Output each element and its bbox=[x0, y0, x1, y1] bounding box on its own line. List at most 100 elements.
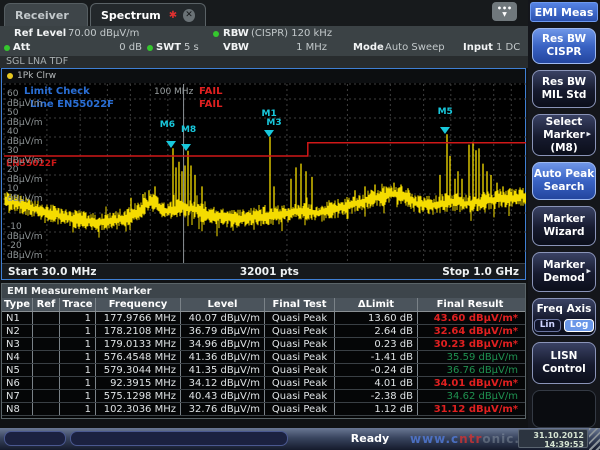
softkey-label: Auto Peak bbox=[534, 168, 594, 181]
softkey-label: CISPR bbox=[547, 46, 582, 59]
tab-receiver-label: Receiver bbox=[15, 9, 69, 22]
cell-final_test: Quasi Peak bbox=[265, 312, 335, 324]
marker-label-m3[interactable]: M3 bbox=[266, 119, 281, 128]
cell-level: 34.96 dBµV/m bbox=[181, 338, 265, 350]
softkey-label: LISN bbox=[551, 350, 578, 363]
close-tab-icon[interactable]: ✕ bbox=[183, 9, 195, 22]
softkey-freq-axis[interactable]: Freq AxisLinLog bbox=[532, 298, 596, 336]
cell-final_result: 30.23 dBµV/m* bbox=[418, 338, 522, 350]
softkey-label: MIL Std bbox=[542, 89, 587, 102]
softkey-label: (M8) bbox=[550, 142, 577, 155]
column-header-frequency: Frequency bbox=[96, 298, 181, 311]
rbw-led-icon bbox=[213, 31, 219, 37]
cell-level: 40.07 dBµV/m bbox=[181, 312, 265, 324]
cell-frequency: 575.1298 MHz bbox=[96, 390, 181, 402]
status-button-2[interactable] bbox=[70, 431, 288, 446]
att-value[interactable]: 0 dB bbox=[118, 42, 142, 53]
marker-label-m5[interactable]: M5 bbox=[438, 108, 453, 117]
cell-ref bbox=[33, 377, 60, 389]
column-header-final_result: Final Result bbox=[418, 298, 522, 311]
cell-final_test: Quasi Peak bbox=[265, 351, 335, 363]
tab-bar: Receiver Spectrum ✱ ✕ ••• ▼ bbox=[0, 0, 528, 26]
cell-delta_limit: 4.01 dB bbox=[335, 377, 418, 389]
softkey-res-bw-mil-std[interactable]: Res BWMIL Std bbox=[532, 70, 596, 108]
ref-level-value[interactable]: 70.00 dBµV/m bbox=[68, 28, 139, 39]
cell-type: N5 bbox=[2, 364, 33, 376]
cell-final_result: 31.12 dBµV/m* bbox=[418, 403, 522, 415]
column-header-delta_limit: ΔLimit bbox=[335, 298, 418, 311]
resize-grip-icon bbox=[589, 428, 600, 450]
cell-final_test: Quasi Peak bbox=[265, 338, 335, 350]
stop-frequency[interactable]: Stop 1.0 GHz bbox=[442, 266, 519, 278]
vbw-label: VBW bbox=[223, 42, 249, 53]
y-tick-label: 60 dBµV/m bbox=[7, 89, 43, 109]
softkey-label: Demod bbox=[543, 272, 585, 285]
marker-triangle-icon[interactable] bbox=[264, 130, 274, 137]
cell-type: N4 bbox=[2, 351, 33, 363]
marker-label-m8[interactable]: M8 bbox=[181, 126, 196, 135]
table-row-n8[interactable]: N81102.3036 MHz32.76 dBµV/mQuasi Peak1.1… bbox=[2, 403, 525, 416]
rbw-value[interactable]: (CISPR) 120 kHz bbox=[251, 28, 332, 39]
softkey-label: Select bbox=[546, 116, 583, 129]
softkey-sidebar: EMI Meas Res BWCISPRRes BWMIL StdSelectM… bbox=[528, 0, 600, 450]
softkey-marker-wizard[interactable]: MarkerWizard bbox=[532, 206, 596, 246]
vbw-value[interactable]: 1 MHz bbox=[295, 42, 327, 53]
marker-label-m6[interactable]: M6 bbox=[160, 121, 175, 130]
cell-trace: 1 bbox=[60, 377, 96, 389]
cell-trace: 1 bbox=[60, 390, 96, 402]
cell-type: N1 bbox=[2, 312, 33, 324]
marker-triangle-icon[interactable] bbox=[440, 127, 450, 134]
mode-value[interactable]: Auto Sweep bbox=[385, 42, 445, 53]
swt-value[interactable]: 5 s bbox=[184, 42, 199, 53]
cell-trace: 1 bbox=[60, 403, 96, 415]
input-value[interactable]: 1 DC bbox=[496, 42, 520, 53]
marker-triangle-icon[interactable] bbox=[166, 141, 176, 148]
cell-final_result: 36.76 dBµV/m bbox=[418, 364, 522, 376]
cell-ref bbox=[33, 364, 60, 376]
spectrum-window[interactable]: 1Pk Clrw Limit Check 100 MHz FAIL Line E… bbox=[1, 68, 526, 280]
marker-triangle-icon[interactable] bbox=[181, 144, 191, 151]
start-frequency[interactable]: Start 30.0 MHz bbox=[8, 266, 96, 278]
limit-line-result: FAIL bbox=[199, 99, 223, 110]
input-label: Input bbox=[463, 42, 493, 53]
toggle-option-lin[interactable]: Lin bbox=[534, 319, 561, 332]
tab-spectrum[interactable]: Spectrum ✱ ✕ bbox=[90, 3, 206, 26]
y-tick-label: 20 dBµV/m bbox=[7, 165, 43, 185]
column-header-trace: Trace bbox=[60, 298, 96, 311]
softkey-empty[interactable] bbox=[532, 390, 596, 428]
table-row-n7[interactable]: N71575.1298 MHz40.43 dBµV/mQuasi Peak-2.… bbox=[2, 390, 525, 403]
table-row-n2[interactable]: N21178.2108 MHz36.79 dBµV/mQuasi Peak2.6… bbox=[2, 325, 525, 338]
cell-ref bbox=[33, 312, 60, 324]
trace-mode-label[interactable]: 1Pk Clrw bbox=[17, 71, 56, 81]
tab-receiver[interactable]: Receiver bbox=[4, 3, 88, 26]
sweep-points: 32001 pts bbox=[96, 266, 442, 278]
softkey-auto-peak-search[interactable]: Auto PeakSearch bbox=[532, 162, 596, 200]
toolbar-dropdown-button[interactable]: ••• ▼ bbox=[492, 2, 517, 21]
softkey-res-bw-cispr[interactable]: Res BWCISPR bbox=[532, 28, 596, 64]
cell-type: N7 bbox=[2, 390, 33, 402]
table-row-n1[interactable]: N11177.9766 MHz40.07 dBµV/mQuasi Peak13.… bbox=[2, 312, 525, 325]
date-time: 31.10.2012 14:39:53 bbox=[518, 429, 588, 448]
table-row-n3[interactable]: N31179.0133 MHz34.96 dBµV/mQuasi Peak0.2… bbox=[2, 338, 525, 351]
cell-delta_limit: -1.41 dB bbox=[335, 351, 418, 363]
softkey-marker-demod[interactable]: MarkerDemod▸ bbox=[532, 252, 596, 292]
cell-ref bbox=[33, 351, 60, 363]
sweep-flags-row: SGL LNA TDF bbox=[0, 56, 528, 68]
softkey-select-marker[interactable]: SelectMarker(M8)▸ bbox=[532, 114, 596, 156]
cell-final_result: 43.60 dBµV/m* bbox=[418, 312, 522, 324]
status-button-1[interactable] bbox=[4, 431, 66, 446]
cell-final_result: 34.01 dBµV/m* bbox=[418, 377, 522, 389]
softkey-lisn-control[interactable]: LISNControl bbox=[532, 342, 596, 384]
cell-final_test: Quasi Peak bbox=[265, 364, 335, 376]
softkey-label: Control bbox=[542, 363, 585, 376]
table-row-n4[interactable]: N41576.4548 MHz41.36 dBµV/mQuasi Peak-1.… bbox=[2, 351, 525, 364]
unsaved-changes-icon: ✱ bbox=[169, 10, 177, 21]
status-bar: Ready www.cntronic.com 31.10.2012 14:39:… bbox=[0, 428, 600, 450]
cell-frequency: 179.0133 MHz bbox=[96, 338, 181, 350]
table-row-n6[interactable]: N6192.3915 MHz34.12 dBµV/mQuasi Peak4.01… bbox=[2, 377, 525, 390]
limit-check-result: FAIL bbox=[199, 86, 223, 97]
toggle-option-log[interactable]: Log bbox=[564, 319, 594, 332]
cell-delta_limit: 2.64 dB bbox=[335, 325, 418, 337]
table-row-n5[interactable]: N51579.3044 MHz41.35 dBµV/mQuasi Peak-0.… bbox=[2, 364, 525, 377]
cell-final_result: 32.64 dBµV/m* bbox=[418, 325, 522, 337]
